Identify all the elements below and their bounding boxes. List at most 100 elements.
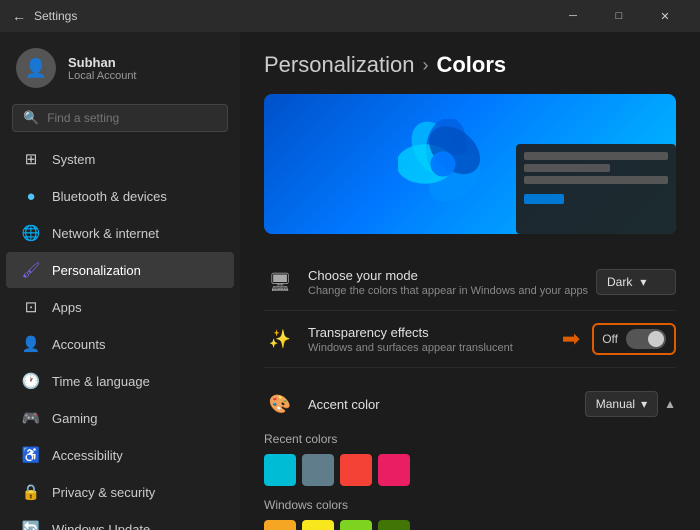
- transparency-title: Transparency effects: [308, 325, 513, 340]
- sidebar-item-time[interactable]: 🕐 Time & language: [6, 363, 234, 399]
- color-swatch-4[interactable]: [378, 454, 410, 486]
- sidebar: 👤 Subhan Local Account 🔍 ⊞ System ● Blue…: [0, 32, 240, 530]
- recent-colors-label: Recent colors: [264, 432, 676, 446]
- arrow-icon: ➡: [562, 326, 580, 352]
- preview-window: [516, 144, 676, 234]
- setting-left: 🖥 Choose your mode Change the colors tha…: [264, 266, 588, 298]
- sidebar-item-network[interactable]: 🌐 Network & internet: [6, 215, 234, 251]
- sidebar-item-label: Bluetooth & devices: [52, 189, 167, 204]
- sidebar-item-label: Privacy & security: [52, 485, 155, 500]
- setting-text: Transparency effects Windows and surface…: [308, 325, 513, 354]
- minimize-button[interactable]: ─: [550, 0, 596, 32]
- titlebar: ← Settings ─ □ ✕: [0, 0, 700, 32]
- sidebar-item-bluetooth[interactable]: ● Bluetooth & devices: [6, 178, 234, 214]
- preview-line-2: [524, 164, 610, 172]
- recent-color-swatches: [264, 454, 676, 486]
- windows-swatch-4[interactable]: [378, 520, 410, 530]
- page-header: Personalization › Colors: [264, 52, 676, 78]
- sidebar-item-label: Accounts: [52, 337, 105, 352]
- preview-area: [264, 94, 676, 234]
- back-icon[interactable]: ←: [12, 8, 26, 24]
- breadcrumb-current: Colors: [436, 52, 506, 78]
- avatar: 👤: [16, 48, 56, 88]
- user-info: Subhan Local Account: [68, 55, 137, 82]
- windows-swatch-3[interactable]: [340, 520, 372, 530]
- accent-title: Accent color: [308, 397, 380, 412]
- accent-icon: 🎨: [264, 388, 296, 420]
- accessibility-icon: ♿: [22, 446, 40, 464]
- transparency-control: ➡ Off: [562, 323, 676, 355]
- user-name: Subhan: [68, 55, 137, 70]
- setting-left: ✨ Transparency effects Windows and surfa…: [264, 323, 513, 355]
- color-swatch-1[interactable]: [264, 454, 296, 486]
- privacy-icon: 🔒: [22, 483, 40, 501]
- sidebar-item-apps[interactable]: ⊡ Apps: [6, 289, 234, 325]
- accent-header: 🎨 Accent color Manual ▾ ▲: [264, 376, 676, 428]
- setting-text: Choose your mode Change the colors that …: [308, 268, 588, 297]
- breadcrumb-parent: Personalization: [264, 52, 414, 78]
- content-area: Personalization › Colors: [240, 32, 700, 530]
- accent-dropdown[interactable]: Manual ▾: [585, 391, 658, 417]
- sidebar-item-label: Apps: [52, 300, 82, 315]
- user-section: 👤 Subhan Local Account: [0, 32, 240, 100]
- accounts-icon: 👤: [22, 335, 40, 353]
- sidebar-item-gaming[interactable]: 🎮 Gaming: [6, 400, 234, 436]
- sidebar-item-personalization[interactable]: 🖌 Personalization: [6, 252, 234, 288]
- network-icon: 🌐: [22, 224, 40, 242]
- sidebar-item-accounts[interactable]: 👤 Accounts: [6, 326, 234, 362]
- titlebar-controls: ─ □ ✕: [550, 0, 688, 32]
- transparency-toggle[interactable]: [626, 329, 666, 349]
- preview-btn: [524, 194, 564, 204]
- accent-section: 🎨 Accent color Manual ▾ ▲ Recent colors: [264, 376, 676, 530]
- windows-colors-section: Windows colors: [264, 498, 676, 530]
- chevron-down-icon: ▾: [641, 397, 647, 411]
- chevron-down-icon: ▾: [640, 275, 646, 289]
- mode-dropdown-value: Dark: [607, 275, 632, 289]
- chevron-up-icon[interactable]: ▲: [664, 397, 676, 411]
- mode-dropdown[interactable]: Dark ▾: [596, 269, 676, 295]
- titlebar-title: Settings: [34, 9, 77, 23]
- mode-setting-row: 🖥 Choose your mode Change the colors tha…: [264, 254, 676, 311]
- mode-title: Choose your mode: [308, 268, 588, 283]
- time-icon: 🕐: [22, 372, 40, 390]
- accent-left: 🎨 Accent color: [264, 388, 380, 420]
- search-input[interactable]: [47, 111, 217, 125]
- search-box[interactable]: 🔍: [12, 104, 228, 132]
- sidebar-item-label: Network & internet: [52, 226, 159, 241]
- sidebar-item-label: Time & language: [52, 374, 150, 389]
- apps-icon: ⊡: [22, 298, 40, 316]
- sidebar-item-accessibility[interactable]: ♿ Accessibility: [6, 437, 234, 473]
- update-icon: 🔄: [22, 520, 40, 530]
- sidebar-item-system[interactable]: ⊞ System: [6, 141, 234, 177]
- personalization-icon: 🖌: [22, 261, 40, 279]
- user-role: Local Account: [68, 70, 137, 82]
- windows-swatch-1[interactable]: [264, 520, 296, 530]
- color-swatch-2[interactable]: [302, 454, 334, 486]
- app-body: 👤 Subhan Local Account 🔍 ⊞ System ● Blue…: [0, 32, 700, 530]
- system-icon: ⊞: [22, 150, 40, 168]
- preview-line-3: [524, 176, 668, 184]
- windows-swatch-2[interactable]: [302, 520, 334, 530]
- transparency-setting-row: ✨ Transparency effects Windows and surfa…: [264, 311, 676, 368]
- maximize-button[interactable]: □: [596, 0, 642, 32]
- color-swatch-3[interactable]: [340, 454, 372, 486]
- sidebar-item-update[interactable]: 🔄 Windows Update: [6, 511, 234, 530]
- sidebar-item-label: System: [52, 152, 95, 167]
- preview-line-1: [524, 152, 668, 160]
- accent-controls: Manual ▾ ▲: [585, 391, 676, 417]
- nav-list: ⊞ System ● Bluetooth & devices 🌐 Network…: [0, 140, 240, 530]
- sidebar-item-privacy[interactable]: 🔒 Privacy & security: [6, 474, 234, 510]
- close-button[interactable]: ✕: [642, 0, 688, 32]
- windows-color-swatches: [264, 520, 676, 530]
- mode-desc: Change the colors that appear in Windows…: [308, 285, 588, 297]
- toggle-container[interactable]: Off: [592, 323, 676, 355]
- sidebar-item-label: Windows Update: [52, 522, 150, 530]
- search-icon: 🔍: [23, 110, 39, 126]
- preview-wallpaper: [264, 94, 676, 234]
- breadcrumb-chevron: ›: [422, 55, 428, 76]
- bluetooth-icon: ●: [22, 187, 40, 205]
- sidebar-item-label: Accessibility: [52, 448, 123, 463]
- recent-colors-section: Recent colors: [264, 432, 676, 486]
- titlebar-left: ← Settings: [12, 8, 77, 24]
- transparency-icon: ✨: [264, 323, 296, 355]
